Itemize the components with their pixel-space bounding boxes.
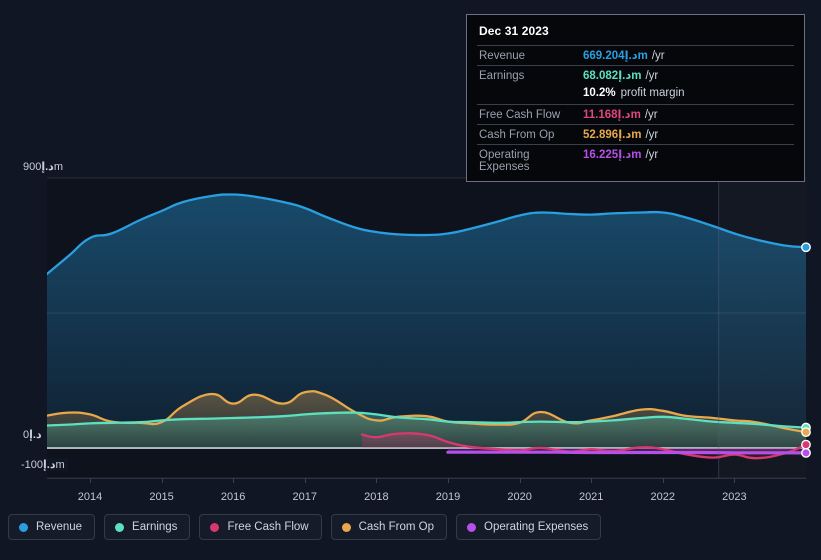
legend-color-dot-icon (341, 522, 351, 532)
legend-item-free-cash-flow[interactable]: Free Cash Flow (199, 514, 322, 540)
x-axis-tick-mark (662, 478, 664, 483)
y-axis-label-minus-100: -100د.إm (18, 458, 68, 471)
y-axis-label-900: 900د.إm (20, 160, 67, 173)
legend-item-label: Cash From Op (358, 521, 435, 533)
legend-item-label: Revenue (36, 521, 83, 533)
legend-item-label: Earnings (132, 521, 178, 533)
x-axis-tick-mark (591, 478, 593, 483)
x-axis-tick-label: 2014 (77, 491, 103, 503)
tooltip-row-value: 52.896د.إm/yr (583, 129, 659, 141)
legend-color-dot-icon (467, 522, 477, 532)
tooltip-row-value: 669.204د.إm/yr (583, 50, 665, 62)
legend-color-dot-icon (210, 522, 220, 532)
tooltip-row-value: 16.225د.إm/yr (583, 149, 659, 161)
x-axis-tick-label: 2016 (220, 491, 246, 503)
x-axis-tick-label: 2021 (578, 491, 604, 503)
legend-item-revenue[interactable]: Revenue (8, 514, 96, 540)
tooltip-row-label: Earnings (479, 70, 525, 82)
tooltip-row-value: 11.168د.إm/yr (583, 109, 658, 121)
x-axis-tick-label: 2020 (507, 491, 532, 503)
x-axis-tick-mark (519, 478, 521, 483)
legend-item-operating-expenses[interactable]: Operating Expenses (456, 514, 602, 540)
tooltip-row: Earnings 68.082د.إm/yr (477, 65, 794, 85)
x-axis-tick-mark (376, 478, 378, 483)
legend-item-earnings[interactable]: Earnings (104, 514, 191, 540)
tooltip-row: Cash From Op 52.896د.إm/yr (477, 124, 794, 144)
tooltip-date: Dec 31 2023 (479, 24, 549, 38)
tooltip-row: Operating Expenses 16.225د.إm/yr (477, 144, 794, 175)
x-axis-tick-label: 2019 (435, 491, 461, 503)
chart-tooltip: Dec 31 2023 Revenue 669.204د.إm/yr Earning… (466, 14, 805, 182)
tooltip-row: Revenue 669.204د.إm/yr (477, 45, 794, 65)
legend-item-cash-from-op[interactable]: Cash From Op (330, 514, 448, 540)
x-axis-tick-mark (734, 478, 736, 483)
x-axis-tick-label: 2015 (149, 491, 174, 503)
x-axis-tick-label: 2022 (650, 491, 676, 503)
x-axis: 2014 2015 2016 2017 2018 2019 2020 2021 2022 2023 (0, 483, 821, 503)
tooltip-row-label: Free Cash Flow (479, 109, 561, 121)
tooltip-row-value: 10.2% profit margin (583, 87, 685, 99)
tooltip-row-label: Operating Expenses (479, 149, 530, 173)
x-axis-tick-mark (233, 478, 235, 483)
chart-legend: Revenue Earnings Free Cash Flow Cash From O… (8, 514, 602, 540)
tooltip-row-label: Cash From Op (479, 129, 555, 141)
legend-color-dot-icon (19, 522, 28, 532)
legend-color-dot-icon (115, 522, 125, 532)
x-axis-tick-label: 2023 (722, 491, 747, 503)
tooltip-row: 10.2% profit margin (477, 85, 794, 104)
tooltip-row-label: Revenue (479, 50, 526, 62)
tooltip-row: Free Cash Flow 11.168د.إm/yr (477, 104, 794, 124)
x-axis-tick-mark (304, 478, 306, 483)
tooltip-rows: Revenue 669.204د.إm/yr Earnings 68.082د.إm /… (477, 45, 794, 175)
x-axis-tick-label: 2018 (364, 491, 389, 503)
financial-chart-page: 900د.إm 0د.إ -100د.إm 2014 2015 2016 2017 20… (0, 0, 821, 560)
y-axis-label-0: 0د.إ (20, 428, 45, 441)
legend-item-label: Operating Expenses (484, 521, 589, 533)
tooltip-row-value: 68.082د.إm/yr (583, 70, 659, 82)
x-axis-tick-mark (89, 478, 91, 483)
legend-item-label: Free Cash Flow (227, 521, 309, 533)
x-axis-tick-label: 2017 (292, 491, 318, 503)
x-axis-tick-mark (447, 478, 449, 483)
x-axis-tick-mark (161, 478, 163, 483)
